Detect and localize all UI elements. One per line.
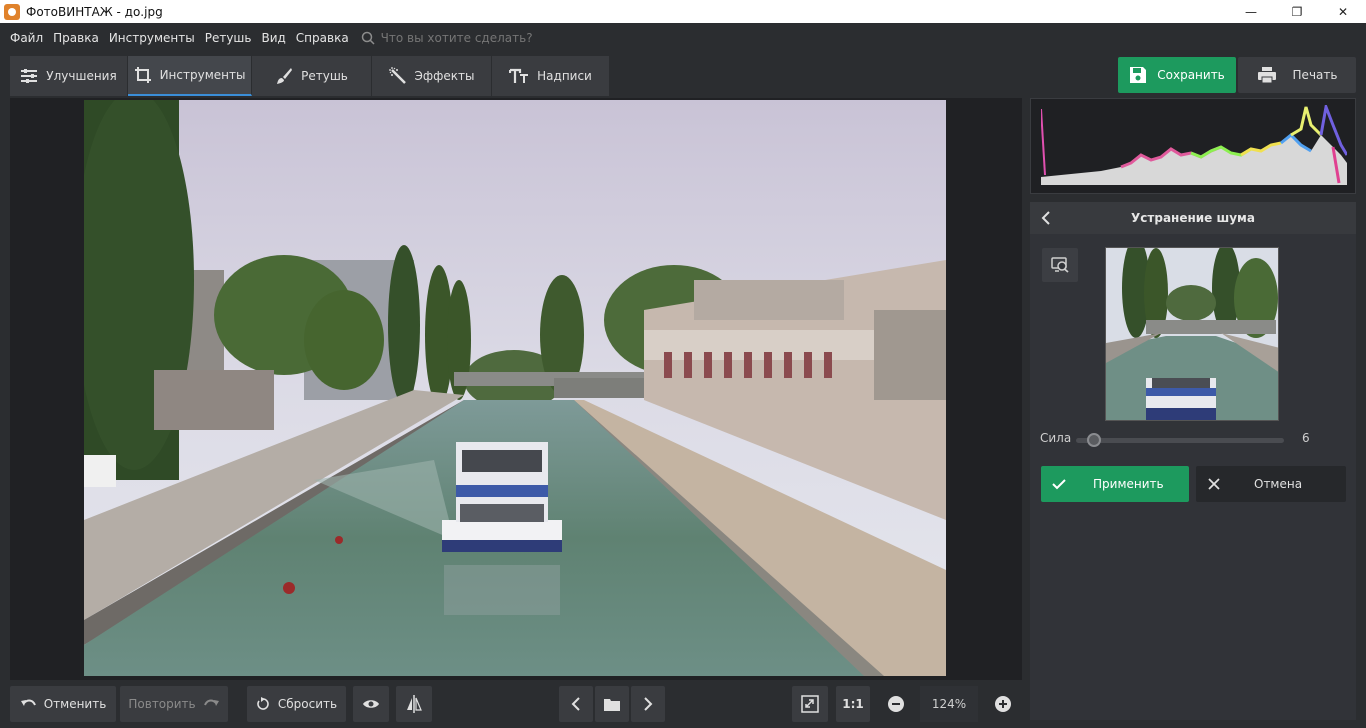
right-panel: Устранение шума Сила 6 Применить Отмена [1030, 98, 1356, 720]
undo-button[interactable]: Отменить [10, 686, 116, 722]
reset-icon [257, 697, 269, 710]
zoom-in-button[interactable] [986, 686, 1020, 722]
save-button[interactable]: Сохранить [1118, 57, 1236, 93]
menu-view[interactable]: Вид [261, 31, 285, 45]
sliders-icon [21, 69, 38, 83]
crop-icon [134, 67, 151, 83]
maximize-button[interactable]: ❐ [1274, 0, 1320, 23]
print-label: Печать [1292, 68, 1338, 82]
strength-slider-track[interactable] [1076, 438, 1284, 443]
window-title: ФотоВИНТАЖ - до.jpg [26, 4, 163, 19]
print-button[interactable]: Печать [1238, 57, 1356, 93]
preview-thumbnail [1105, 247, 1279, 421]
menu-help[interactable]: Справка [296, 31, 349, 45]
close-button[interactable]: ✕ [1320, 0, 1366, 23]
tab-label: Надписи [537, 69, 592, 83]
save-label: Сохранить [1157, 68, 1225, 82]
previous-image-button[interactable] [559, 686, 593, 722]
undo-label: Отменить [43, 697, 107, 711]
back-arrow-icon[interactable] [1040, 210, 1052, 226]
menu-bar: Файл Правка Инструменты Ретушь Вид Справ… [0, 23, 1366, 52]
printer-icon [1257, 67, 1276, 84]
histogram [1030, 98, 1356, 194]
apply-label: Применить [1093, 477, 1164, 491]
window-controls: — ❐ ✕ [1228, 0, 1366, 23]
zoom-out-icon [888, 696, 904, 712]
main-toolbar: Улучшения Инструменты Ретушь Эффекты Над… [0, 52, 1366, 98]
fit-to-screen-button[interactable] [792, 686, 828, 722]
menu-edit[interactable]: Правка [53, 31, 99, 45]
compare-icon [1051, 257, 1069, 273]
actual-size-button[interactable]: 1:1 [836, 686, 870, 722]
menu-file[interactable]: Файл [10, 31, 43, 45]
zoom-value: 124% [931, 697, 967, 711]
tab-enhancements[interactable]: Улучшения [10, 56, 128, 96]
strength-slider-handle[interactable] [1087, 433, 1101, 447]
tab-label: Эффекты [414, 69, 475, 83]
redo-icon [203, 699, 219, 706]
eye-icon [363, 700, 379, 708]
brush-icon [277, 68, 293, 84]
undo-icon [20, 699, 36, 706]
zoom-level: 124% [920, 686, 978, 722]
split-view-button[interactable] [396, 686, 432, 722]
redo-label: Повторить [128, 697, 196, 711]
photo-image [84, 100, 946, 676]
minimize-button[interactable]: — [1228, 0, 1274, 23]
zoom-in-icon [995, 696, 1011, 712]
title-bar: ФотоВИНТАЖ - до.jpg — ❐ ✕ [0, 0, 1366, 23]
next-image-button[interactable] [631, 686, 665, 722]
search-icon [361, 31, 375, 45]
noise-reduction-panel: Сила 6 Применить Отмена [1030, 234, 1356, 720]
panel-header: Устранение шума [1030, 202, 1356, 234]
tab-label: Инструменты [159, 68, 246, 82]
chevron-left-icon [571, 697, 580, 711]
text-icon [509, 68, 529, 83]
photo-canvas[interactable] [10, 98, 1022, 680]
magic-wand-icon [388, 67, 406, 84]
zoom-out-button[interactable] [878, 686, 914, 722]
tab-tools[interactable]: Инструменты [128, 56, 252, 96]
floppy-disk-icon [1130, 67, 1147, 83]
compare-button[interactable] [1042, 248, 1078, 282]
tab-captions[interactable]: Надписи [492, 56, 610, 96]
tab-label: Улучшения [46, 69, 117, 83]
tab-bar: Улучшения Инструменты Ретушь Эффекты Над… [10, 56, 610, 96]
open-folder-button[interactable] [595, 686, 629, 722]
app-logo-icon [4, 3, 20, 20]
reset-button[interactable]: Сбросить [247, 686, 346, 722]
menu-retouch[interactable]: Ретушь [205, 31, 252, 45]
tab-retouch[interactable]: Ретушь [252, 56, 372, 96]
actual-size-label: 1:1 [842, 697, 864, 711]
tab-label: Ретушь [301, 69, 348, 83]
chevron-right-icon [644, 697, 653, 711]
search-input[interactable] [380, 30, 581, 45]
reset-label: Сбросить [277, 697, 338, 711]
cancel-label: Отмена [1254, 477, 1303, 491]
close-icon [1208, 478, 1220, 490]
folder-icon [604, 698, 620, 711]
cancel-button[interactable]: Отмена [1196, 466, 1346, 502]
preview-toggle-button[interactable] [353, 686, 389, 722]
menu-tools[interactable]: Инструменты [109, 31, 195, 45]
strength-label: Сила [1040, 431, 1072, 445]
split-view-icon [407, 695, 422, 713]
apply-button[interactable]: Применить [1041, 466, 1189, 502]
redo-button[interactable]: Повторить [120, 686, 228, 722]
fit-screen-icon [801, 695, 819, 713]
bottom-toolbar: Отменить Повторить Сбросить 1:1 124% [0, 680, 1030, 728]
tab-effects[interactable]: Эффекты [372, 56, 492, 96]
check-icon [1052, 479, 1066, 490]
panel-title: Устранение шума [1131, 211, 1255, 225]
menu-search[interactable] [361, 30, 581, 45]
strength-value: 6 [1302, 431, 1310, 445]
